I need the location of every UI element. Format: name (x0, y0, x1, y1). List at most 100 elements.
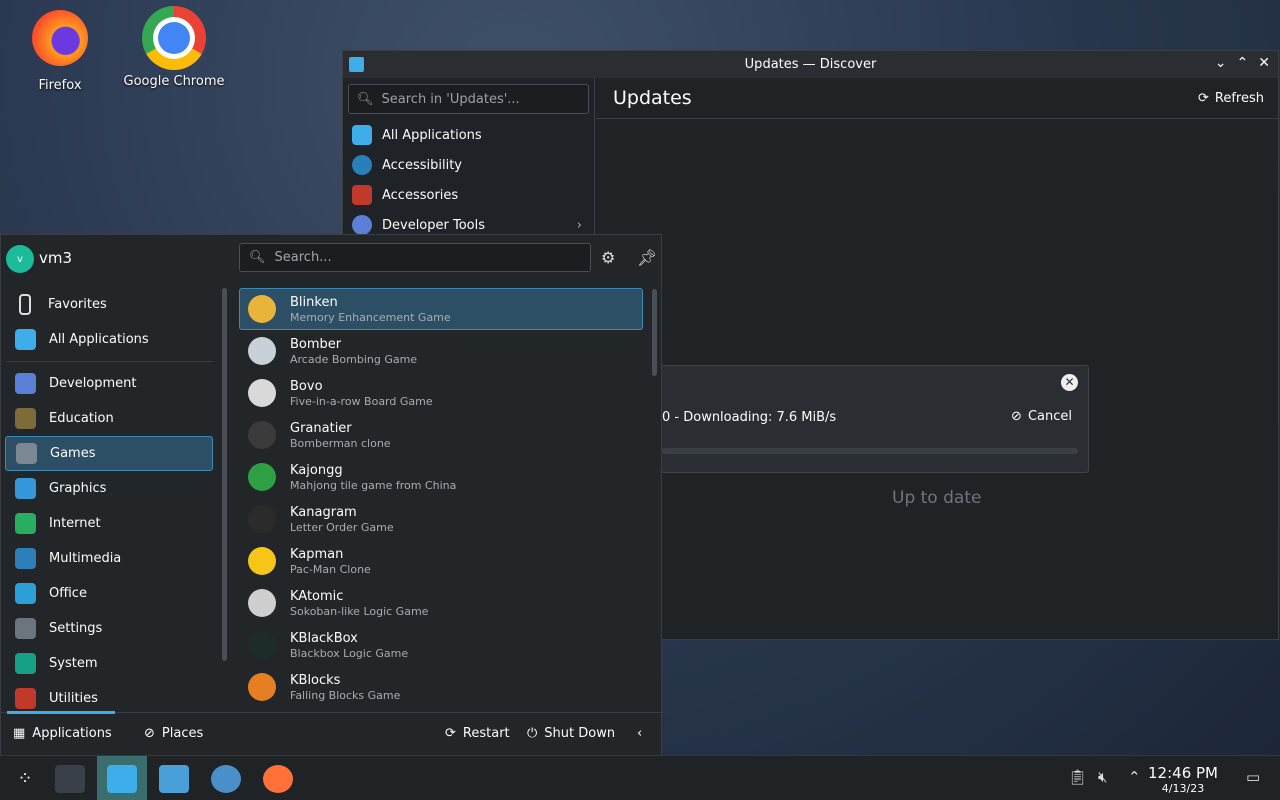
clipboard-icon[interactable]: 📋︎ (1068, 768, 1087, 786)
minimize-icon[interactable]: ⌄ (1215, 55, 1227, 71)
volume-muted-icon[interactable]: 🔇︎ (1098, 768, 1107, 786)
cancel-button[interactable]: ⊘ Cancel (1011, 409, 1072, 424)
category-all-applications[interactable]: All Applications (5, 322, 213, 357)
clock-date: 4/13/23 (1161, 782, 1205, 795)
restart-button[interactable]: ⟳ Restart (445, 726, 510, 741)
restart-label: Restart (462, 726, 510, 741)
pin-icon[interactable]: 📌︎ (637, 248, 657, 267)
folder-icon (159, 764, 189, 793)
app-description: Pac-Man Clone (290, 562, 371, 576)
category-label: Multimedia (49, 551, 122, 566)
close-icon[interactable]: ✕ (1258, 55, 1270, 71)
window-titlebar[interactable]: Updates — Discover ⌄ ⌃ ✕ (343, 51, 1278, 78)
category-system[interactable]: System (5, 646, 213, 681)
category-games[interactable]: Games (5, 436, 213, 471)
avatar[interactable]: v (6, 245, 34, 273)
progress-bar (662, 448, 1078, 454)
active-tab-indicator (7, 711, 115, 714)
show-desktop-icon[interactable]: ▭ (1246, 768, 1260, 786)
utilities-icon (15, 688, 36, 709)
app-item-kajongg[interactable]: Kajongg Mahjong tile game from China (239, 456, 643, 498)
search-icon: 🔍︎ (249, 250, 266, 265)
app-description: Falling Blocks Game (290, 688, 401, 702)
applications-icon: ▦ (13, 726, 26, 741)
app-item-katomic[interactable]: KAtomic Sokoban-like Logic Game (239, 582, 643, 624)
katomic-icon (248, 589, 276, 617)
app-item-kanagram[interactable]: Kanagram Letter Order Game (239, 498, 643, 540)
app-name: KAtomic (290, 588, 344, 604)
scrollbar[interactable] (652, 289, 657, 376)
taskbar-item-system[interactable] (201, 756, 251, 800)
app-description: Five-in-a-row Board Game (290, 394, 433, 408)
shutdown-label: Shut Down (544, 726, 616, 741)
category-multimedia[interactable]: Multimedia (5, 541, 213, 576)
taskbar-item-settings[interactable] (45, 756, 95, 800)
tab-places[interactable]: ⊘ Places (144, 726, 203, 741)
app-description: Bomberman clone (290, 436, 391, 450)
taskbar-item-file-manager[interactable] (149, 756, 199, 800)
app-description: Blackbox Logic Game (290, 646, 409, 660)
app-list: Blinken Memory Enhancement Game Bomber Arca… (239, 288, 643, 712)
app-description: Letter Order Game (290, 520, 394, 534)
configure-icon[interactable]: ⚙ (601, 248, 615, 267)
category-education[interactable]: Education (5, 401, 213, 436)
application-launcher: v vm3 🔍︎ Search... ⚙ 📌︎ Favorites All Ap… (0, 234, 662, 756)
desktop-icon-firefox[interactable]: Firefox (0, 8, 120, 93)
clock[interactable]: 12:46 PM 4/13/23 (1148, 764, 1218, 795)
shutdown-button[interactable]: ⏻ Shut Down (527, 726, 615, 741)
scrollbar[interactable] (222, 288, 227, 661)
category-utilities[interactable]: Utilities (5, 681, 213, 711)
app-item-kblocks[interactable]: KBlocks Falling Blocks Game (239, 666, 643, 708)
close-icon[interactable]: ✕ (1061, 374, 1078, 391)
category-internet[interactable]: Internet (5, 506, 213, 541)
system-icon (15, 653, 36, 674)
user-name: vm3 (39, 249, 73, 267)
toolbox-icon (352, 185, 372, 205)
category-development[interactable]: Development (5, 366, 213, 401)
search-placeholder: Search... (274, 250, 332, 265)
app-item-bovo[interactable]: Bovo Five-in-a-row Board Game (239, 372, 643, 414)
category-favorites[interactable]: Favorites (5, 287, 213, 322)
divider (7, 361, 213, 362)
maximize-icon[interactable]: ⌃ (1237, 55, 1249, 71)
chrome-icon (142, 6, 206, 70)
more-options-button[interactable]: ‹ (637, 726, 642, 741)
app-item-blinken[interactable]: Blinken Memory Enhancement Game (239, 288, 643, 330)
sidebar-item-accessories[interactable]: Accessories (343, 180, 594, 210)
taskbar-item-discover[interactable] (97, 756, 147, 800)
category-office[interactable]: Office (5, 576, 213, 611)
tab-label: Applications (32, 726, 112, 741)
app-description: Sokoban-like Logic Game (290, 604, 429, 618)
launcher-header: v vm3 🔍︎ Search... ⚙ 📌︎ (1, 235, 661, 282)
category-label: All Applications (49, 332, 149, 347)
sidebar-item-all-applications[interactable]: All Applications (343, 120, 594, 150)
app-item-kblackbox[interactable]: KBlackBox Blackbox Logic Game (239, 624, 643, 666)
sidebar-item-label: Accessibility (382, 157, 462, 173)
app-item-granatier[interactable]: Granatier Bomberman clone (239, 414, 643, 456)
discover-search-input[interactable]: 🔍︎ Search in 'Updates'... (348, 84, 589, 114)
office-icon (15, 583, 36, 604)
app-item-bomber[interactable]: Bomber Arcade Bombing Game (239, 330, 643, 372)
internet-icon (15, 513, 36, 534)
refresh-label: Refresh (1214, 90, 1264, 106)
desktop-icon-chrome[interactable]: Google Chrome (114, 6, 234, 89)
system-icon (211, 764, 241, 793)
launcher-search-input[interactable]: 🔍︎ Search... (239, 243, 591, 272)
category-list: Favorites All Applications Development Ed… (1, 287, 217, 711)
taskbar-item-firefox[interactable] (253, 756, 303, 800)
tab-applications[interactable]: ▦ Applications (13, 726, 112, 741)
page-title: Updates (613, 87, 692, 109)
category-label: Favorites (48, 297, 107, 312)
chevron-up-icon[interactable]: ⌃ (1128, 768, 1141, 786)
cancel-icon: ⊘ (1011, 409, 1022, 424)
category-settings[interactable]: Settings (5, 611, 213, 646)
category-label: Utilities (49, 691, 98, 706)
bomber-icon (248, 337, 276, 365)
sidebar-item-accessibility[interactable]: Accessibility (343, 150, 594, 180)
refresh-button[interactable]: ⟳ Refresh (1198, 91, 1264, 106)
kblocks-icon (248, 673, 276, 701)
category-graphics[interactable]: Graphics (5, 471, 213, 506)
app-item-kapman[interactable]: Kapman Pac-Man Clone (239, 540, 643, 582)
launcher-button[interactable]: ⁘ (0, 756, 50, 800)
bookmark-icon (19, 294, 31, 315)
